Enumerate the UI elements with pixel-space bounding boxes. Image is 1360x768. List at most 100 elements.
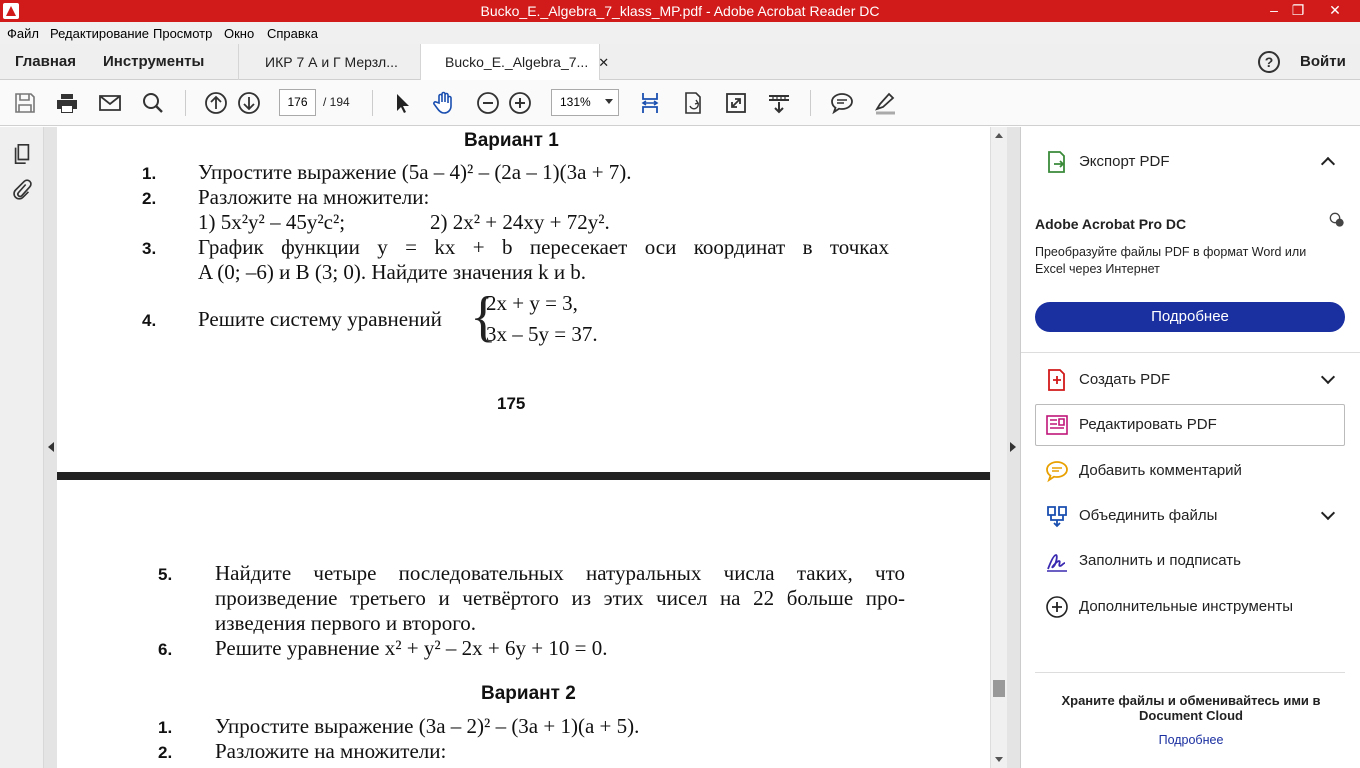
nav-tools[interactable]: Инструменты xyxy=(103,53,204,70)
document-cloud-promo: Храните файлы и обменивайтесь ими в Docu… xyxy=(1061,693,1321,723)
fit-page-icon[interactable] xyxy=(638,91,662,115)
menu-window[interactable]: Окно xyxy=(224,26,254,41)
tab-row: Главная Инструменты ИКР 7 А и Г Мерзл...… xyxy=(0,44,1360,80)
learn-more-button[interactable]: Подробнее xyxy=(1035,302,1345,332)
panel-divider xyxy=(1035,672,1345,673)
item-number: 2. xyxy=(142,189,157,208)
toolbar xyxy=(0,80,1360,126)
problem-text: произведение третьего и четвёртого из эт… xyxy=(215,586,905,610)
item-number: 1. xyxy=(142,164,157,183)
variant-2-heading: Вариант 2 xyxy=(481,683,576,704)
problem-text: Решите систему уравнений xyxy=(198,307,442,331)
export-pdf-icon xyxy=(1045,150,1069,174)
chevron-down-icon[interactable] xyxy=(1320,369,1336,385)
export-pdf-label: Экспорт PDF xyxy=(1079,153,1170,170)
nav-home[interactable]: Главная xyxy=(15,53,76,70)
equation: 2x + y = 3, xyxy=(486,291,578,315)
menu-help[interactable]: Справка xyxy=(267,26,318,41)
problem-text: A (0; –6) и B (3; 0). Найдите значения k… xyxy=(198,260,587,284)
problem-text: Упростите выражение (5a – 4)² – (2a – 1)… xyxy=(198,160,632,184)
highlight-pen-icon[interactable] xyxy=(873,91,897,115)
attachments-icon[interactable] xyxy=(11,179,33,201)
promo-info-icon[interactable] xyxy=(1329,212,1345,228)
page-number-input[interactable]: 176 xyxy=(279,89,316,116)
close-tab-icon[interactable]: ✕ xyxy=(598,55,609,70)
right-gutter xyxy=(1007,127,1020,768)
menu-edit[interactable]: Редактирование xyxy=(50,26,149,41)
problem-text: 1) 5x²y² – 45y²c²; xyxy=(198,210,346,234)
search-icon[interactable] xyxy=(141,91,165,115)
menu-bar: Файл Редактирование Просмотр Окно Справк… xyxy=(0,22,1360,44)
restore-button[interactable]: ❐ xyxy=(1278,0,1318,22)
promo-title: Adobe Acrobat Pro DC xyxy=(1035,216,1187,232)
cloud-learn-more-link[interactable]: Подробнее xyxy=(1021,733,1360,747)
fill-sign-label: Заполнить и подписать xyxy=(1079,552,1241,569)
zoom-in-icon[interactable] xyxy=(508,91,532,115)
next-page-icon[interactable] xyxy=(237,91,261,115)
tab-document-1[interactable]: ИКР 7 А и Г Мерзл... xyxy=(238,44,420,80)
combine-files-item[interactable]: Объединить файлы xyxy=(1021,496,1360,536)
tools-panel: Экспорт PDF Adobe Acrobat Pro DC Преобра… xyxy=(1020,127,1360,768)
edit-pdf-label: Редактировать PDF xyxy=(1079,416,1217,433)
problem-text: Разложите на множители: xyxy=(215,739,447,763)
scroll-thumb[interactable] xyxy=(993,680,1005,697)
chevron-down-icon[interactable] xyxy=(1320,505,1336,521)
problem-text: 2) 2x² + 24xy + 72y². xyxy=(430,210,610,234)
problem-text: Найдите четыре последовательных натураль… xyxy=(215,561,905,585)
save-icon[interactable] xyxy=(13,91,37,115)
vertical-scrollbar[interactable] xyxy=(990,127,1007,768)
create-pdf-label: Создать PDF xyxy=(1079,371,1171,388)
select-cursor-icon[interactable] xyxy=(390,91,414,115)
page-number: 175 xyxy=(497,394,526,413)
export-pdf-item[interactable]: Экспорт PDF xyxy=(1021,142,1360,182)
title-bar: Bucko_E._Algebra_7_klass_MP.pdf - Adobe … xyxy=(0,0,1360,22)
scroll-down-icon[interactable] xyxy=(995,757,1003,762)
rotate-page-icon[interactable] xyxy=(681,91,705,115)
problem-text: Разложите на множители: xyxy=(198,185,430,209)
create-pdf-icon xyxy=(1045,368,1069,392)
combine-files-label: Объединить файлы xyxy=(1079,507,1218,524)
menu-file[interactable]: Файл xyxy=(7,26,39,41)
tab-document-2[interactable]: Bucko_E._Algebra_7... ✕ xyxy=(420,44,609,80)
problem-text: изведения первого и второго. xyxy=(215,611,477,635)
zoom-select[interactable]: 131% xyxy=(551,89,619,116)
collapse-left-panel-icon[interactable] xyxy=(48,442,54,452)
email-icon[interactable] xyxy=(98,91,122,115)
equation: 3x – 5y = 37. xyxy=(486,322,598,346)
collapse-right-panel-icon[interactable] xyxy=(1010,442,1016,452)
add-comment-label: Добавить комментарий xyxy=(1079,462,1242,479)
chevron-down-icon xyxy=(605,99,613,104)
comment-icon[interactable] xyxy=(830,91,854,115)
item-number: 1. xyxy=(158,718,173,737)
add-comment-item[interactable]: Добавить комментарий xyxy=(1021,451,1360,491)
fill-sign-item[interactable]: Заполнить и подписать xyxy=(1021,541,1360,581)
full-screen-icon[interactable] xyxy=(724,91,748,115)
scroll-up-icon[interactable] xyxy=(995,133,1003,138)
hand-tool-icon[interactable] xyxy=(432,91,456,115)
previous-page-icon[interactable] xyxy=(204,91,228,115)
item-number: 4. xyxy=(142,311,157,330)
sign-in-button[interactable]: Войти xyxy=(1300,53,1346,70)
edit-pdf-item[interactable]: Редактировать PDF xyxy=(1021,405,1360,445)
problem-text: Упростите выражение (3a – 2)² – (3a + 1)… xyxy=(215,714,640,738)
scroll-mode-icon[interactable] xyxy=(767,91,791,115)
page-separator xyxy=(57,472,990,480)
document-view[interactable]: Вариант 1 1. Упростите выражение (5a – 4… xyxy=(57,127,990,768)
zoom-value: 131% xyxy=(560,95,591,109)
create-pdf-item[interactable]: Создать PDF xyxy=(1021,360,1360,400)
tab-label: Bucko_E._Algebra_7... xyxy=(445,54,589,70)
menu-view[interactable]: Просмотр xyxy=(153,26,212,41)
print-icon[interactable] xyxy=(55,91,79,115)
page-thumbnails-icon[interactable] xyxy=(11,143,33,165)
help-icon[interactable]: ? xyxy=(1258,51,1280,73)
toolbar-separator xyxy=(810,90,811,116)
chevron-up-icon[interactable] xyxy=(1320,156,1336,172)
close-window-button[interactable]: ✕ xyxy=(1315,0,1355,22)
toolbar-separator xyxy=(372,90,373,116)
more-tools-label: Дополнительные инструменты xyxy=(1079,598,1294,615)
edit-pdf-icon xyxy=(1045,413,1069,437)
add-circle-icon xyxy=(1045,595,1069,619)
fill-sign-icon xyxy=(1045,549,1069,573)
more-tools-item[interactable]: Дополнительные инструменты xyxy=(1021,587,1360,627)
zoom-out-icon[interactable] xyxy=(476,91,500,115)
